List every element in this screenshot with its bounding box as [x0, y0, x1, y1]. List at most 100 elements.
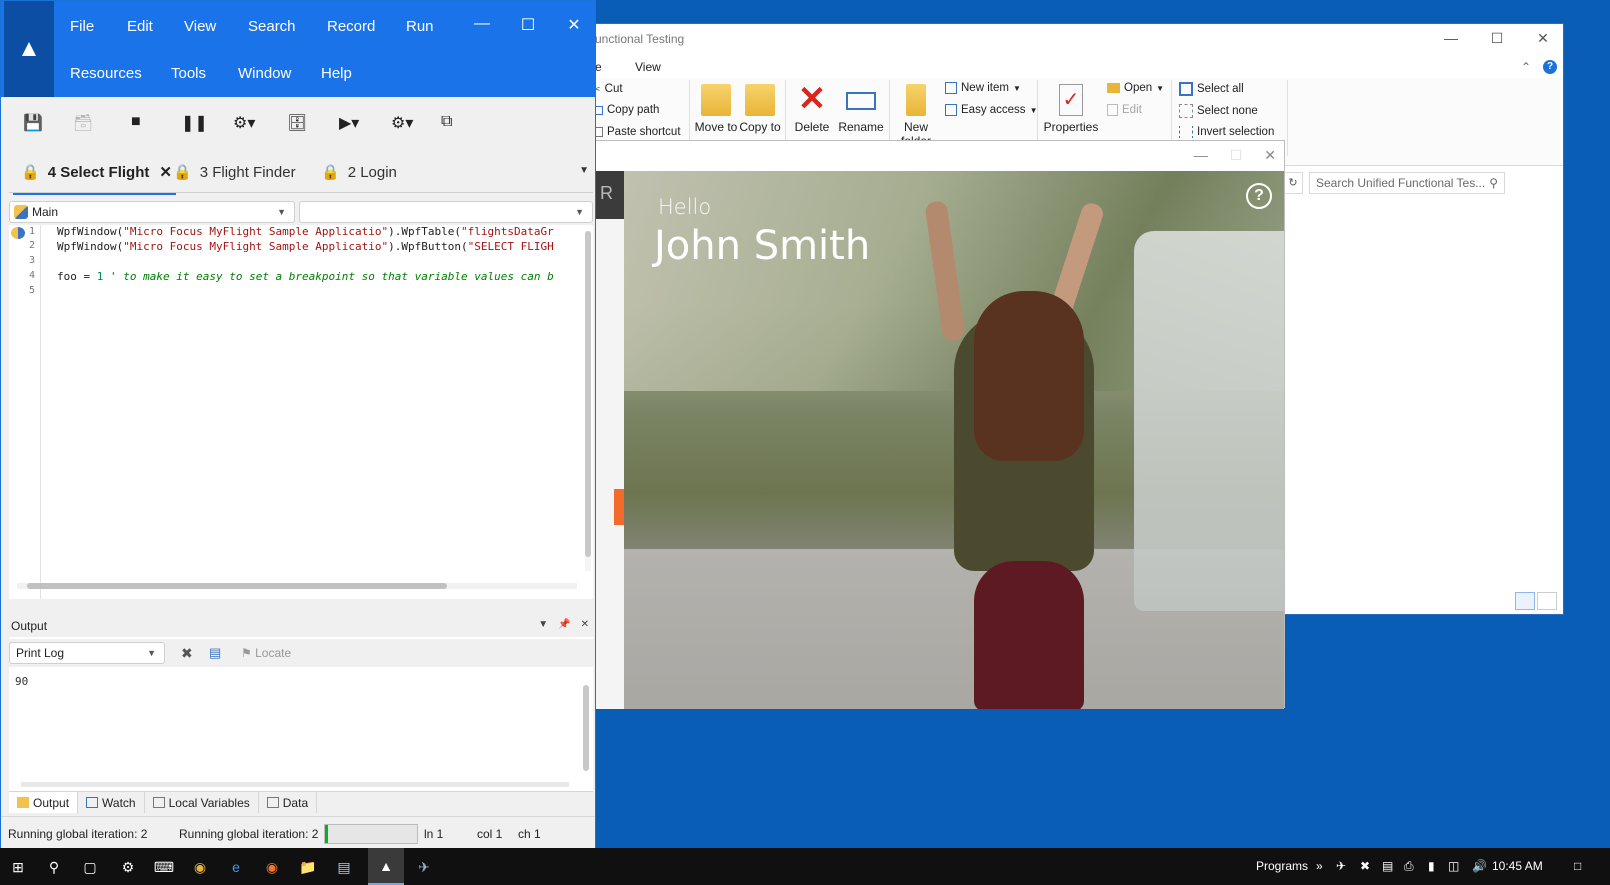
tray-battery-icon[interactable]: ▮ — [1428, 859, 1435, 873]
tray-device-icon[interactable]: ▤ — [1382, 859, 1393, 873]
action-selector[interactable]: Main ▼ — [9, 201, 295, 223]
edge-icon[interactable]: e — [226, 857, 246, 877]
code-line-2[interactable]: WpfWindow("Micro Focus MyFlight Sample A… — [57, 240, 554, 253]
menu-search[interactable]: Search — [248, 18, 296, 35]
network-icon[interactable]: ◫ — [1448, 859, 1459, 873]
close-icon[interactable]: ✕ — [1531, 30, 1555, 47]
code-line-4[interactable]: foo = 1 ' to make it easy to set a break… — [57, 270, 554, 283]
properties-button[interactable]: ✓ Properties — [1041, 84, 1101, 144]
settings-gear-icon[interactable]: ⚙ — [118, 857, 138, 877]
editor-gutter[interactable]: 1 2 3 4 5 — [9, 225, 41, 599]
clear-icon[interactable]: ✖ — [181, 645, 193, 662]
copy-output-icon[interactable]: ▤ — [209, 645, 221, 661]
copy-path-button[interactable]: Copy path — [591, 104, 659, 116]
tray-app-icon[interactable]: ✈ — [1336, 859, 1346, 873]
task-view-icon[interactable]: ▢ — [80, 857, 100, 877]
editor-vertical-scrollbar[interactable] — [585, 231, 591, 571]
archive-icon[interactable]: 🗄 — [287, 113, 307, 133]
select-none-button[interactable]: Select none — [1179, 104, 1258, 118]
explorer-menu-truncated[interactable]: e — [595, 60, 625, 74]
run-options-icon[interactable]: ▶▾ — [339, 113, 359, 133]
clock[interactable]: 10:45 AM — [1492, 859, 1543, 873]
menu-help[interactable]: Help — [321, 65, 352, 82]
new-item-button[interactable]: New item ▼ — [945, 82, 1021, 94]
tabs-overflow-icon[interactable]: ▼ — [579, 165, 589, 176]
pause-icon[interactable]: ❚❚ — [181, 113, 208, 133]
paste-shortcut-button[interactable]: Paste shortcut — [591, 126, 681, 138]
select-all-button[interactable]: Select all — [1179, 82, 1244, 96]
minimize-icon[interactable]: — — [1439, 30, 1463, 47]
save-icon[interactable]: 💾 — [23, 113, 43, 133]
pane-menu-icon[interactable]: ▼ — [538, 619, 548, 630]
close-tab-icon[interactable]: ✕ — [159, 163, 172, 181]
delete-button[interactable]: ✕ Delete — [789, 84, 835, 144]
tab-local-variables[interactable]: Local Variables — [145, 792, 259, 813]
settings-icon[interactable]: ⚙▾ — [391, 113, 413, 133]
menu-record[interactable]: Record — [327, 18, 375, 35]
code-line-1[interactable]: WpfWindow("Micro Focus MyFlight Sample A… — [57, 225, 554, 238]
minimize-icon[interactable]: — — [1194, 147, 1208, 164]
menu-resources[interactable]: Resources — [70, 65, 142, 82]
output-filter-select[interactable]: Print Log ▼ — [9, 642, 165, 664]
editor-horizontal-scrollbar[interactable] — [17, 583, 577, 589]
menu-run[interactable]: Run — [406, 18, 434, 35]
maximize-icon[interactable]: ☐ — [1230, 147, 1243, 164]
menu-file[interactable]: File — [70, 18, 94, 35]
edit-button[interactable]: Edit — [1107, 104, 1142, 116]
scrollbar-thumb[interactable] — [27, 583, 447, 589]
output-vertical-scrollbar[interactable] — [583, 685, 589, 771]
rename-button[interactable]: Rename — [835, 84, 887, 144]
refresh-icon[interactable]: ↻ — [1283, 172, 1303, 194]
tray-tool-icon[interactable]: ✖ — [1360, 859, 1370, 873]
volume-icon[interactable]: 🔊 — [1472, 859, 1487, 873]
tab-select-flight[interactable]: 🔒 4 Select Flight ✕ — [13, 163, 176, 195]
menu-tools[interactable]: Tools — [171, 65, 206, 82]
help-icon[interactable]: ? — [1543, 60, 1557, 74]
tab-watch[interactable]: Watch — [78, 792, 145, 813]
notifications-icon[interactable]: □ — [1574, 859, 1581, 873]
chrome-icon[interactable]: ◉ — [190, 857, 210, 877]
help-icon[interactable]: ? — [1246, 183, 1272, 209]
open-button[interactable]: Open ▼ — [1107, 82, 1164, 94]
windows-start-icon[interactable]: ⊞ — [8, 857, 28, 877]
output-horizontal-scrollbar[interactable] — [21, 782, 569, 787]
stop-icon[interactable]: ■ — [131, 113, 141, 131]
locate-button[interactable]: ⚑ Locate — [241, 646, 291, 660]
details-view-icon[interactable] — [1515, 592, 1535, 610]
invert-selection-button[interactable]: Invert selection — [1179, 126, 1274, 138]
maximize-icon[interactable]: ☐ — [1485, 30, 1509, 47]
move-to-button[interactable]: Move to — [693, 84, 739, 144]
orange-button-edge[interactable] — [614, 489, 624, 525]
procedure-selector[interactable]: ▼ — [299, 201, 593, 223]
tab-flight-finder[interactable]: 🔒 3 Flight Finder — [173, 163, 296, 182]
copy-to-button[interactable]: Copy to — [737, 84, 783, 144]
save-all-icon[interactable]: 🗃 — [73, 113, 93, 133]
close-icon[interactable]: ✕ — [581, 619, 589, 630]
explorer-menu-view[interactable]: View — [635, 60, 661, 74]
close-icon[interactable]: ✕ — [565, 15, 583, 35]
tray-printer-icon[interactable]: ⎙ — [1404, 859, 1414, 874]
myflight-taskbar-icon[interactable]: ✈ — [414, 857, 434, 877]
menu-window[interactable]: Window — [238, 65, 291, 82]
easy-access-button[interactable]: Easy access ▼ — [945, 104, 1037, 116]
search-icon[interactable]: ⚲ — [44, 857, 64, 877]
command-prompt-icon[interactable]: ⌨ — [154, 857, 174, 877]
tab-login[interactable]: 🔒 2 Login — [321, 163, 397, 182]
pin-icon[interactable]: 📌 — [558, 619, 570, 630]
menu-view[interactable]: View — [184, 18, 216, 35]
uft-taskbar-icon[interactable]: ▲ — [368, 848, 404, 885]
firefox-icon[interactable]: ◉ — [262, 857, 282, 877]
large-icons-view-icon[interactable] — [1537, 592, 1557, 610]
maximize-icon[interactable]: ☐ — [519, 15, 537, 35]
programs-toolbar[interactable]: Programs — [1256, 859, 1308, 873]
tray-overflow-icon[interactable]: » — [1316, 859, 1323, 873]
notepad-icon[interactable]: ▤ — [334, 857, 354, 877]
new-folder-button[interactable]: New folder — [893, 84, 939, 144]
explorer-search-input[interactable]: Search Unified Functional Tes... ⚲ — [1309, 172, 1505, 194]
window-layout-icon[interactable]: ⧉ — [441, 113, 452, 131]
close-icon[interactable]: ✕ — [1264, 147, 1276, 164]
record-options-icon[interactable]: ⚙▾ — [233, 113, 255, 133]
minimize-icon[interactable]: — — [473, 15, 491, 35]
collapse-ribbon-icon[interactable]: ⌃ — [1521, 60, 1531, 74]
tab-data[interactable]: Data — [259, 792, 318, 813]
